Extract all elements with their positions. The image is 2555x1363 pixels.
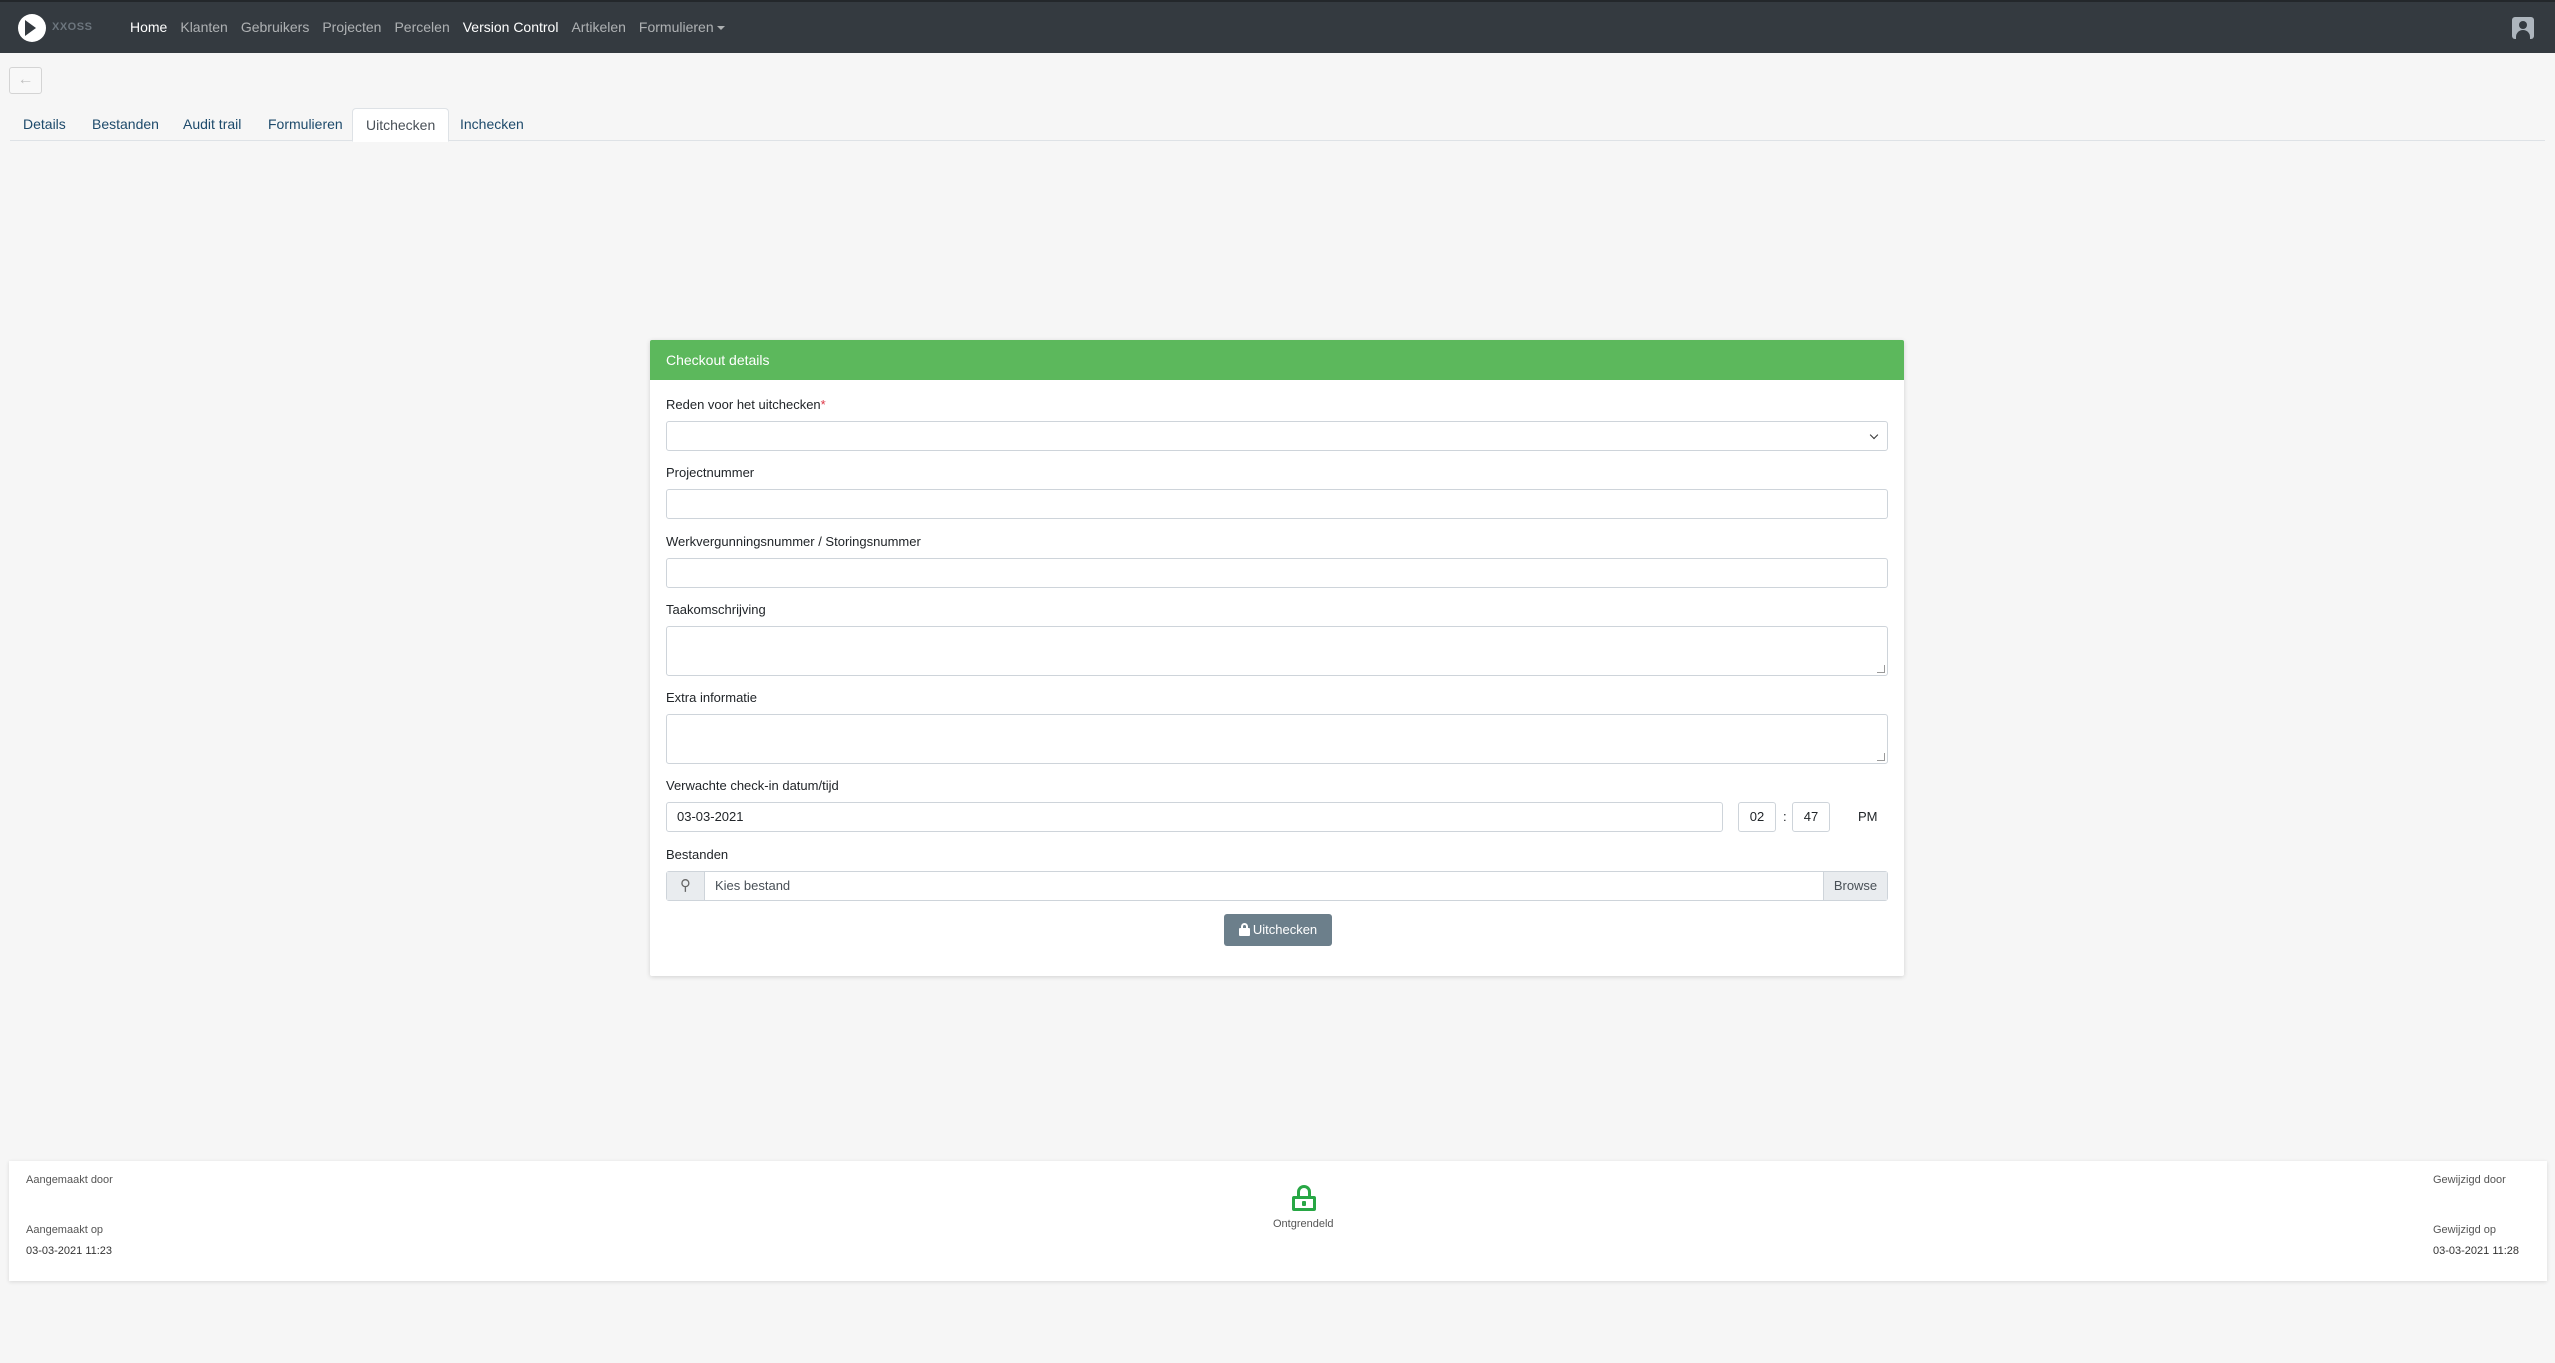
permit-label: Werkvergunningsnummer / Storingsnummer <box>666 534 921 549</box>
tab-details[interactable]: Details <box>10 108 79 141</box>
created-on-label: Aangemaakt op <box>26 1224 104 1236</box>
paperclip-icon: ⚲ <box>667 872 705 900</box>
brand-name: XXOSS <box>52 21 93 33</box>
back-button[interactable]: ← <box>9 67 42 94</box>
files-label: Bestanden <box>666 847 729 862</box>
chevron-down-icon <box>1869 430 1879 440</box>
uitchecken-button[interactable]: Uitchecken <box>1224 914 1332 946</box>
top-navbar: XXOSS Home Klanten Gebruikers Projecten … <box>0 0 2555 53</box>
project-number-input[interactable] <box>666 489 1888 519</box>
brand-logo[interactable]: XXOSS <box>18 14 104 42</box>
reason-label-text: Reden voor het uitchecken <box>666 397 821 412</box>
tab-uitchecken[interactable]: Uitchecken <box>352 108 450 142</box>
unlocked-icon <box>1292 1185 1316 1211</box>
reason-select[interactable] <box>666 421 1888 451</box>
browse-button[interactable]: Browse <box>1823 872 1887 900</box>
modified-on-label: Gewijzigd op <box>2433 1224 2496 1236</box>
modified-on-value: 03-03-2021 11:28 <box>2433 1245 2520 1257</box>
uitchecken-button-label: Uitchecken <box>1252 922 1318 937</box>
lock-icon <box>1238 923 1250 936</box>
task-description-textarea[interactable] <box>666 626 1888 676</box>
task-label: Taakomschrijving <box>666 602 766 617</box>
tab-inchecken[interactable]: Inchecken <box>447 108 537 141</box>
record-meta-footer: Aangemaakt door Aangemaakt op 03-03-2021… <box>9 1161 2547 1281</box>
permit-number-input[interactable] <box>666 558 1888 588</box>
logo-icon <box>18 14 46 42</box>
main-nav: Home Klanten Gebruikers Projecten Percel… <box>130 19 738 35</box>
user-account-icon[interactable] <box>2512 17 2534 39</box>
file-input[interactable]: ⚲ Kies bestand Browse <box>666 871 1888 901</box>
project-label: Projectnummer <box>666 465 755 480</box>
tab-formulieren[interactable]: Formulieren <box>255 108 356 141</box>
nav-artikelen[interactable]: Artikelen <box>571 19 625 35</box>
tab-audit-trail[interactable]: Audit trail <box>170 108 254 141</box>
lock-status-label: Ontgrendeld <box>1273 1218 1334 1230</box>
tab-bar: Details Bestanden Audit trail Formuliere… <box>10 108 2545 142</box>
nav-projecten[interactable]: Projecten <box>322 19 381 35</box>
file-placeholder: Kies bestand <box>715 878 791 893</box>
caret-down-icon <box>716 26 725 31</box>
ampm-toggle[interactable]: PM <box>1858 809 1878 824</box>
extra-info-textarea[interactable] <box>666 714 1888 764</box>
required-marker: * <box>820 397 826 412</box>
time-separator: : <box>1783 809 1787 824</box>
card-header: Checkout details <box>650 340 1904 380</box>
resize-handle-icon[interactable] <box>1877 665 1885 673</box>
tab-bestanden[interactable]: Bestanden <box>79 108 172 141</box>
checkout-card: Checkout details Reden voor het uitcheck… <box>650 340 1904 976</box>
checkin-label: Verwachte check-in datum/tijd <box>666 778 839 793</box>
nav-formulieren-label: Formulieren <box>638 19 714 35</box>
modified-by-label: Gewijzigd door <box>2433 1174 2506 1186</box>
created-by-label: Aangemaakt door <box>26 1174 113 1186</box>
nav-percelen[interactable]: Percelen <box>394 19 449 35</box>
checkin-minute-input[interactable]: 47 <box>1792 802 1830 832</box>
reason-label: Reden voor het uitchecken* <box>666 397 826 412</box>
checkin-hour-input[interactable]: 02 <box>1738 802 1776 832</box>
arrow-left-icon: ← <box>17 71 34 88</box>
created-on-value: 03-03-2021 11:23 <box>26 1245 113 1257</box>
nav-klanten[interactable]: Klanten <box>180 19 227 35</box>
nav-formulieren-dropdown[interactable]: Formulieren <box>639 19 725 35</box>
checkin-date-input[interactable]: 03-03-2021 <box>666 802 1723 832</box>
nav-gebruikers[interactable]: Gebruikers <box>241 19 309 35</box>
nav-version-control[interactable]: Version Control <box>463 19 559 35</box>
extra-info-label: Extra informatie <box>666 690 758 705</box>
nav-home[interactable]: Home <box>130 19 167 35</box>
resize-handle-icon[interactable] <box>1877 753 1885 761</box>
